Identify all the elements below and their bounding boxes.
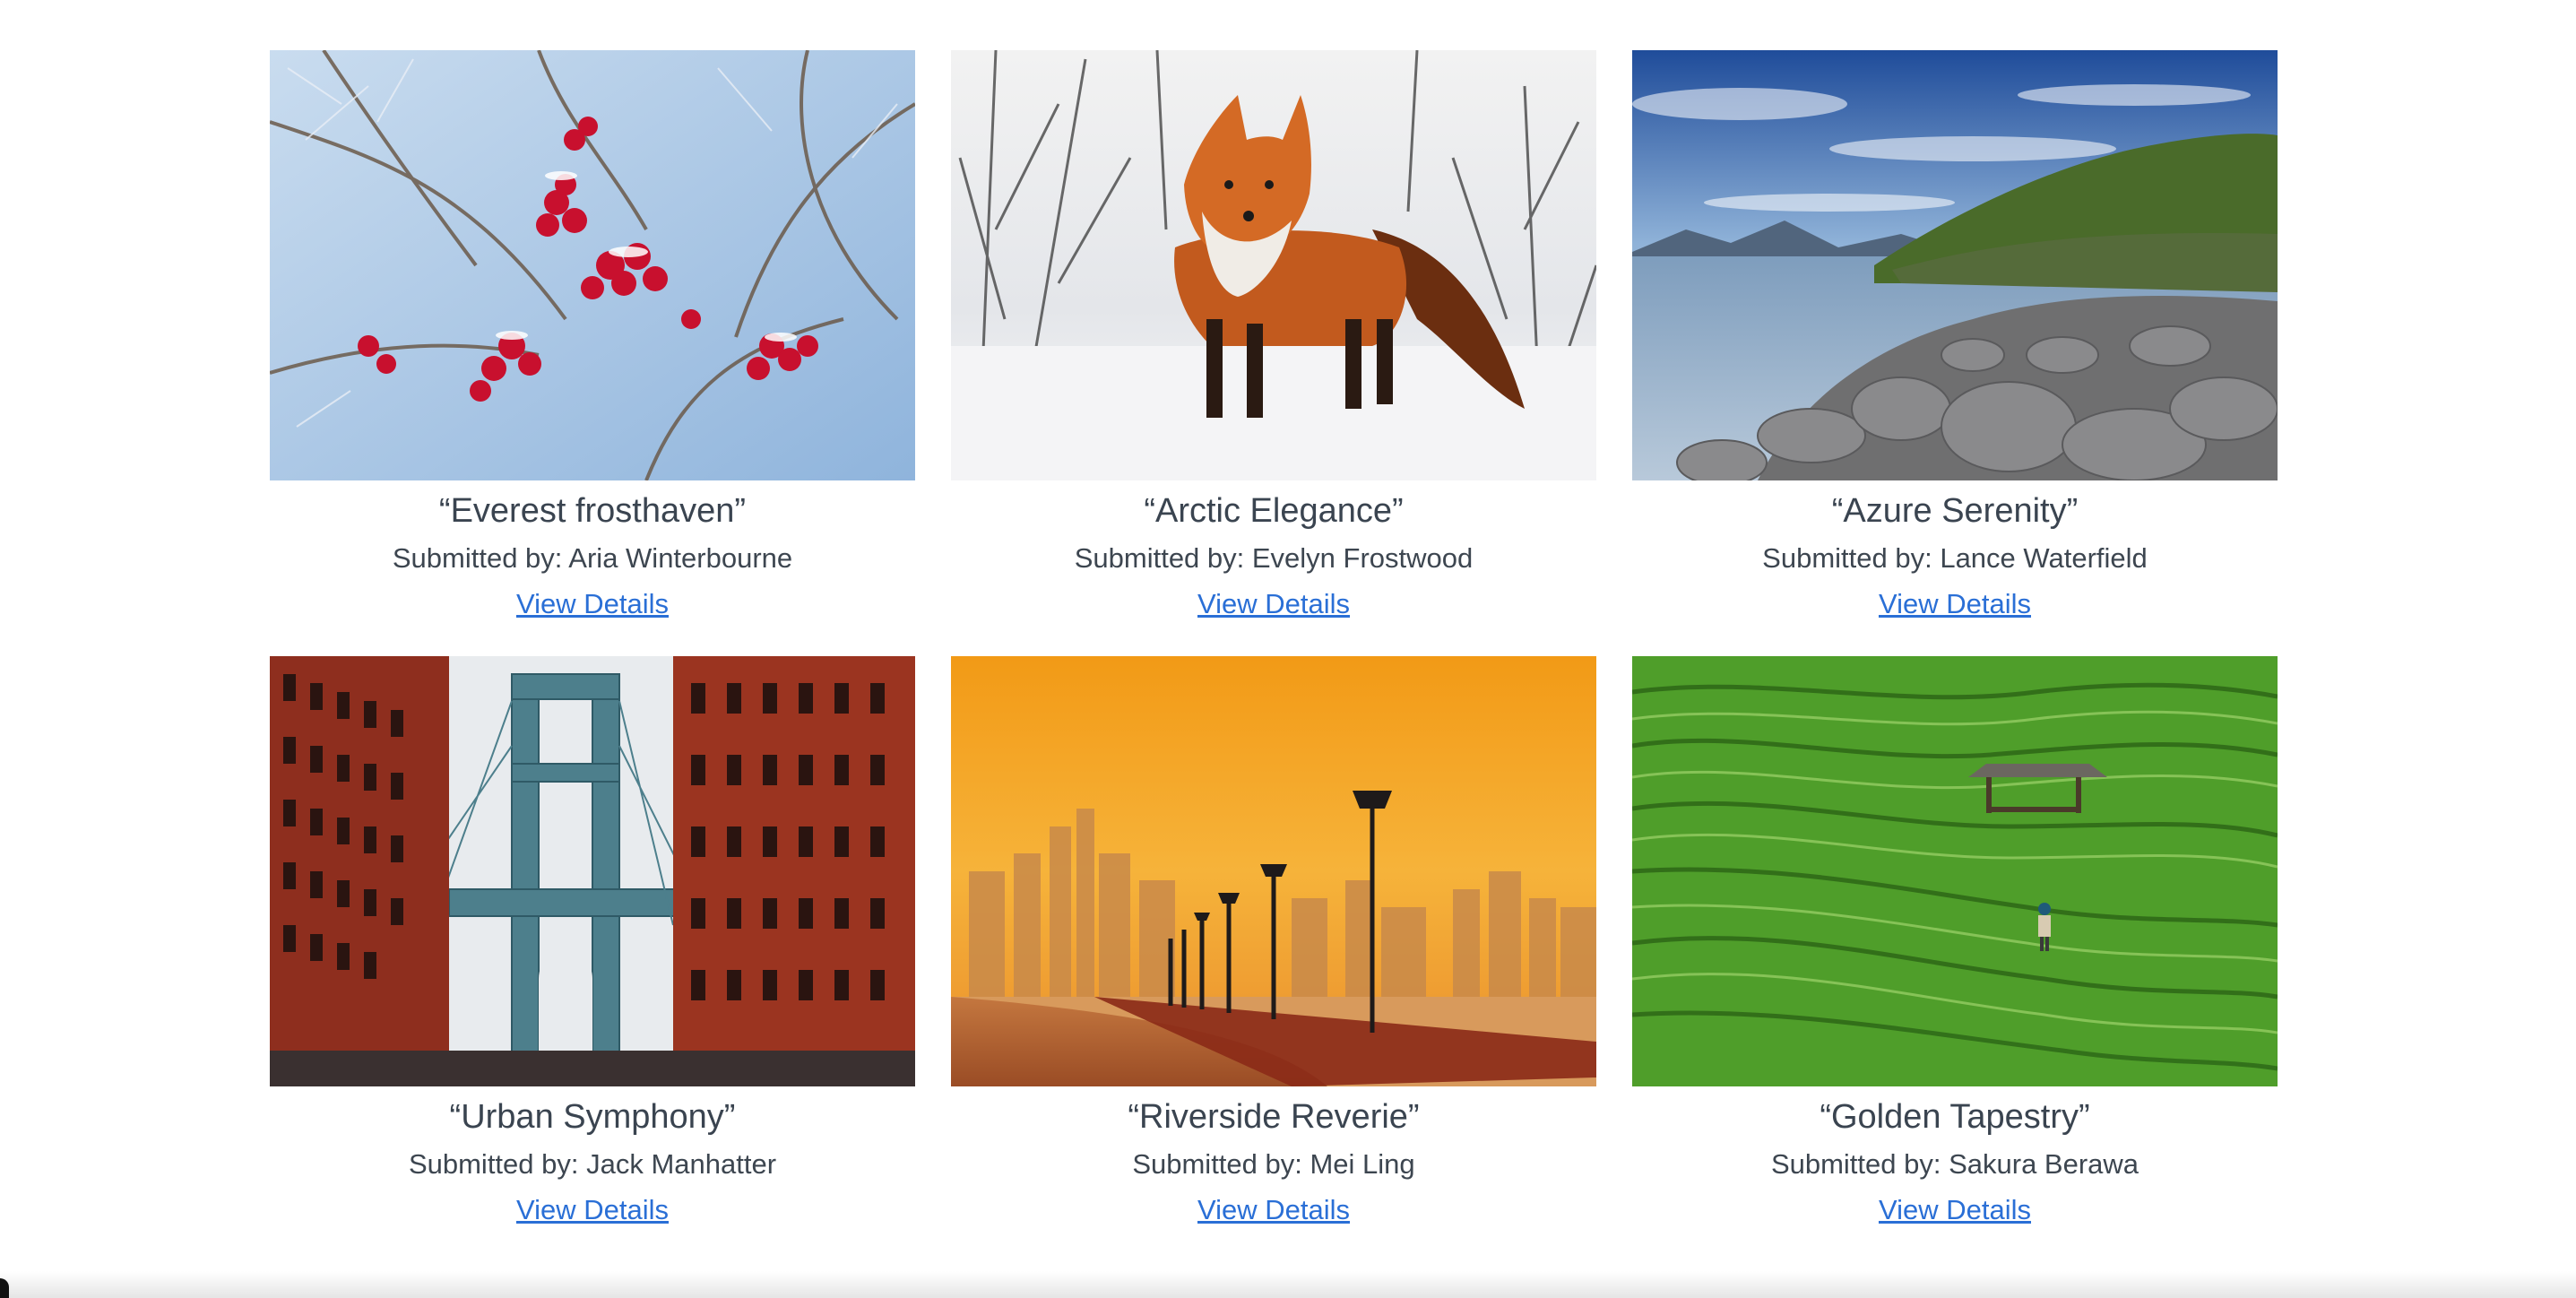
photo-submitter: Submitted by: Sakura Berawa bbox=[1770, 1148, 2139, 1180]
photo-submitter: Submitted by: Aria Winterbourne bbox=[392, 542, 793, 574]
photo-submitter: Submitted by: Mei Ling bbox=[1132, 1148, 1415, 1180]
photo-gallery-grid: “Everest frosthaven” Submitted by: Aria … bbox=[270, 50, 2278, 1228]
photo-arctic-fox[interactable] bbox=[951, 50, 1596, 480]
gallery-card: “Golden Tapestry” Submitted by: Sakura B… bbox=[1632, 656, 2278, 1228]
photo-urban-bridge[interactable] bbox=[270, 656, 915, 1086]
view-details-link[interactable]: View Details bbox=[1879, 586, 2031, 622]
window-bottom-shadow bbox=[0, 1271, 2576, 1298]
gallery-card: “Azure Serenity” Submitted by: Lance Wat… bbox=[1632, 50, 2278, 622]
photo-title: “Urban Symphony” bbox=[449, 1098, 736, 1136]
gallery-card: “Riverside Reverie” Submitted by: Mei Li… bbox=[951, 656, 1596, 1228]
photo-riverside-sunset[interactable] bbox=[951, 656, 1596, 1086]
rice-terraces-image bbox=[1632, 656, 2278, 1086]
view-details-link[interactable]: View Details bbox=[516, 1192, 669, 1228]
photo-frosted-berries[interactable] bbox=[270, 50, 915, 480]
photo-rice-terraces[interactable] bbox=[1632, 656, 2278, 1086]
view-details-link[interactable]: View Details bbox=[1197, 1192, 1350, 1228]
photo-title: “Azure Serenity” bbox=[1831, 492, 2079, 530]
frosted-berries-image bbox=[270, 50, 915, 480]
view-details-link[interactable]: View Details bbox=[1879, 1192, 2031, 1228]
photo-title: “Riverside Reverie” bbox=[1128, 1098, 1420, 1136]
fox-in-snow-image bbox=[951, 50, 1596, 480]
gallery-page: “Everest frosthaven” Submitted by: Aria … bbox=[0, 0, 2576, 1298]
gallery-card: “Arctic Elegance” Submitted by: Evelyn F… bbox=[951, 50, 1596, 622]
photo-submitter: Submitted by: Jack Manhatter bbox=[408, 1148, 777, 1180]
photo-rocky-coast[interactable] bbox=[1632, 50, 2278, 480]
gallery-card: “Urban Symphony” Submitted by: Jack Manh… bbox=[270, 656, 915, 1228]
view-details-link[interactable]: View Details bbox=[1197, 586, 1350, 622]
photo-submitter: Submitted by: Lance Waterfield bbox=[1762, 542, 2148, 574]
rocky-coast-image bbox=[1632, 50, 2278, 480]
gallery-card: “Everest frosthaven” Submitted by: Aria … bbox=[270, 50, 915, 622]
photo-title: “Arctic Elegance” bbox=[1144, 492, 1404, 530]
photo-title: “Golden Tapestry” bbox=[1820, 1098, 2090, 1136]
urban-bridge-image bbox=[270, 656, 915, 1086]
photo-submitter: Submitted by: Evelyn Frostwood bbox=[1074, 542, 1474, 574]
riverside-sunset-image bbox=[951, 656, 1596, 1086]
view-details-link[interactable]: View Details bbox=[516, 586, 669, 622]
photo-title: “Everest frosthaven” bbox=[438, 492, 747, 530]
